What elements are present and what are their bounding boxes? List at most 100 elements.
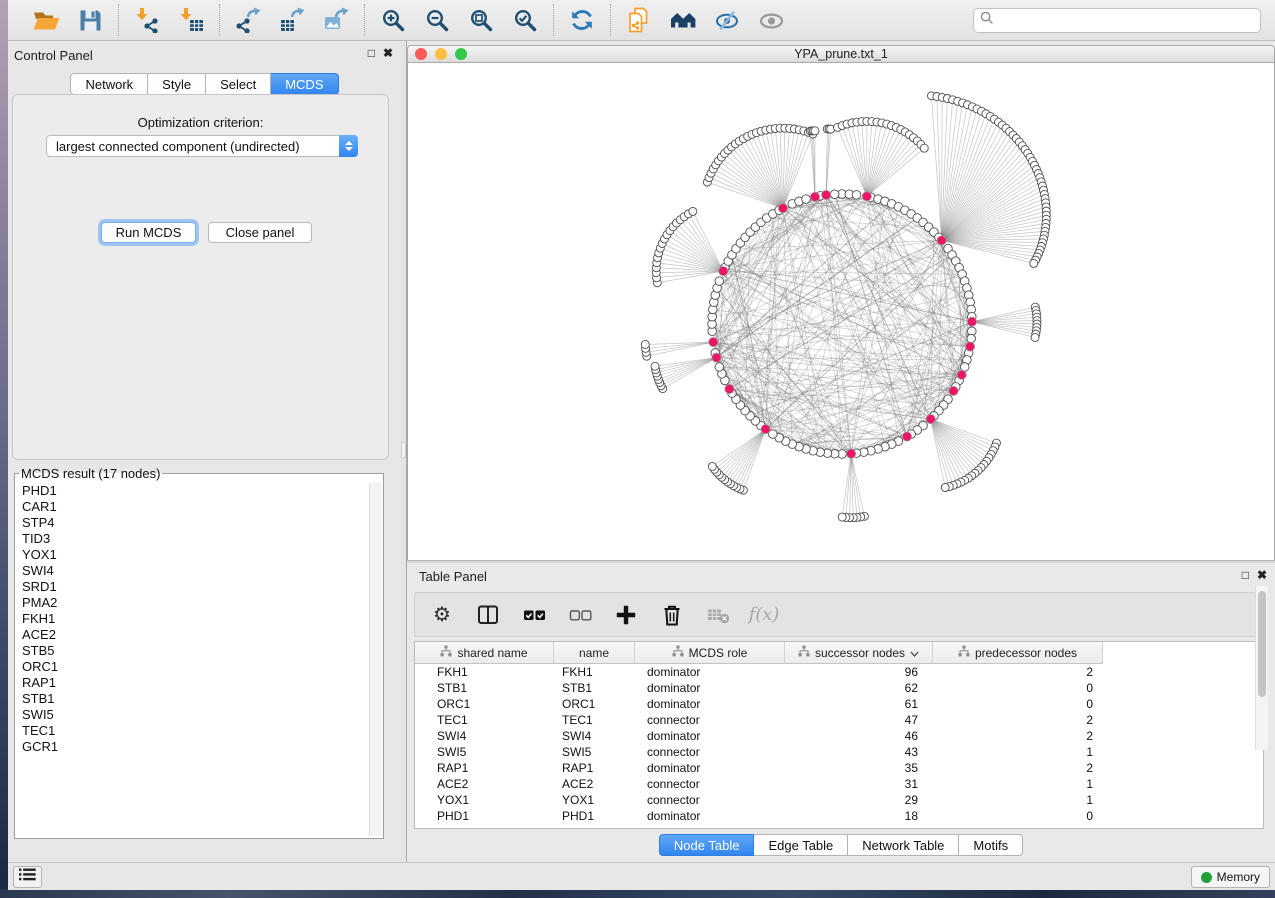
export-table-icon[interactable] xyxy=(276,5,308,35)
close-panel-icon[interactable]: ✖ xyxy=(383,46,393,60)
network-node[interactable] xyxy=(852,191,861,200)
network-window-titlebar[interactable]: YPA_prune.txt_1 xyxy=(407,45,1275,63)
zoom-fit-icon[interactable] xyxy=(465,5,497,35)
deselect-all-icon[interactable] xyxy=(567,602,593,628)
task-history-button[interactable] xyxy=(13,866,42,888)
dominator-node[interactable] xyxy=(902,432,911,441)
export-network-icon[interactable] xyxy=(232,5,264,35)
mcds-result-item[interactable]: SWI4 xyxy=(16,563,370,579)
save-session-icon[interactable] xyxy=(74,5,106,35)
split-view-icon[interactable] xyxy=(475,602,501,628)
network-node[interactable] xyxy=(689,207,697,215)
dominator-node[interactable] xyxy=(965,342,974,351)
mcds-result-item[interactable]: CAR1 xyxy=(16,499,370,515)
column-header-predecessor-nodes[interactable]: predecessor nodes xyxy=(933,642,1103,664)
tab-mcds[interactable]: MCDS xyxy=(271,73,338,95)
network-node[interactable] xyxy=(651,362,659,370)
table-tab-node-table[interactable]: Node Table xyxy=(659,834,755,856)
mcds-result-item[interactable]: TID3 xyxy=(16,531,370,547)
table-row-ORC1[interactable]: ORC1ORC1dominator610 xyxy=(415,696,1263,712)
column-header-name[interactable]: name xyxy=(554,642,635,664)
dominator-node[interactable] xyxy=(862,192,871,201)
dominator-node[interactable] xyxy=(712,353,721,362)
dominator-node[interactable] xyxy=(949,386,958,395)
tab-network[interactable]: Network xyxy=(70,73,148,95)
mcds-result-item[interactable]: SRD1 xyxy=(16,579,370,595)
mcds-result-item[interactable]: STB1 xyxy=(16,691,370,707)
dominator-node[interactable] xyxy=(778,204,787,213)
network-node[interactable] xyxy=(708,462,716,470)
float-panel-icon[interactable]: □ xyxy=(368,46,375,60)
add-column-icon[interactable] xyxy=(613,602,639,628)
dominator-node[interactable] xyxy=(846,449,855,458)
table-row-RAP1[interactable]: RAP1RAP1dominator352 xyxy=(415,760,1263,776)
table-scrollbar-thumb[interactable] xyxy=(1258,591,1266,697)
mcds-result-item[interactable]: YOX1 xyxy=(16,547,370,563)
mcds-result-item[interactable]: RAP1 xyxy=(16,675,370,691)
mcds-result-item[interactable]: STB5 xyxy=(16,643,370,659)
zoom-out-icon[interactable] xyxy=(421,5,453,35)
dominator-node[interactable] xyxy=(967,317,976,326)
close-panel-button[interactable]: Close panel xyxy=(208,222,312,243)
zoom-selected-icon[interactable] xyxy=(509,5,541,35)
refresh-icon[interactable] xyxy=(566,5,598,35)
mcds-result-item[interactable]: TEC1 xyxy=(16,723,370,739)
dominator-node[interactable] xyxy=(926,414,935,423)
float-table-panel-icon[interactable]: □ xyxy=(1242,568,1249,582)
network-node[interactable] xyxy=(641,340,649,348)
table-tab-edge-table[interactable]: Edge Table xyxy=(754,834,848,856)
hide-selected-icon[interactable] xyxy=(711,5,743,35)
criterion-dropdown[interactable]: largest connected component (undirected) xyxy=(46,135,358,157)
column-header-successor-nodes[interactable]: successor nodes xyxy=(785,642,933,664)
mcds-result-item[interactable]: ORC1 xyxy=(16,659,370,675)
network-node[interactable] xyxy=(802,195,811,204)
table-row-FKH1[interactable]: FKH1FKH1dominator962 xyxy=(415,664,1263,680)
run-mcds-button[interactable]: Run MCDS xyxy=(101,222,196,243)
table-row-PHD1[interactable]: PHD1PHD1dominator180 xyxy=(415,808,1263,824)
select-all-icon[interactable] xyxy=(521,602,547,628)
table-row-STB1[interactable]: STB1STB1dominator620 xyxy=(415,680,1263,696)
dominator-node[interactable] xyxy=(810,192,819,201)
network-node[interactable] xyxy=(920,144,928,152)
network-node[interactable] xyxy=(838,513,846,521)
tab-select[interactable]: Select xyxy=(206,73,271,95)
search-input[interactable] xyxy=(998,13,1254,27)
dominator-node[interactable] xyxy=(709,337,718,346)
clone-network-icon[interactable] xyxy=(623,5,655,35)
network-node[interactable] xyxy=(811,127,819,135)
network-node[interactable] xyxy=(715,277,724,286)
search-box[interactable] xyxy=(973,8,1261,33)
mcds-result-item[interactable]: FKH1 xyxy=(16,611,370,627)
mcds-result-item[interactable]: PHD1 xyxy=(16,483,370,499)
table-tab-network-table[interactable]: Network Table xyxy=(848,834,959,856)
table-row-TEC1[interactable]: TEC1TEC1connector472 xyxy=(415,712,1263,728)
import-network-icon[interactable] xyxy=(131,5,163,35)
column-header-shared-name[interactable]: shared name xyxy=(415,642,554,664)
table-row-YOX1[interactable]: YOX1YOX1connector291 xyxy=(415,792,1263,808)
dominator-node[interactable] xyxy=(719,267,728,276)
network-node[interactable] xyxy=(1031,333,1039,341)
table-tab-motifs[interactable]: Motifs xyxy=(959,834,1023,856)
group-nodes-icon[interactable] xyxy=(667,5,699,35)
import-table-icon[interactable] xyxy=(175,5,207,35)
close-table-panel-icon[interactable]: ✖ xyxy=(1257,568,1267,582)
table-scrollbar[interactable] xyxy=(1255,586,1268,750)
dominator-node[interactable] xyxy=(725,384,734,393)
mcds-result-item[interactable]: ACE2 xyxy=(16,627,370,643)
table-row-ACE2[interactable]: ACE2ACE2connector311 xyxy=(415,776,1263,792)
export-image-icon[interactable] xyxy=(320,5,352,35)
open-file-icon[interactable] xyxy=(30,5,62,35)
delete-column-icon[interactable] xyxy=(659,602,685,628)
mcds-result-item[interactable]: STP4 xyxy=(16,515,370,531)
mcds-result-item[interactable]: GCR1 xyxy=(16,739,370,755)
dominator-node[interactable] xyxy=(822,190,831,199)
zoom-in-icon[interactable] xyxy=(377,5,409,35)
column-header-MCDS-role[interactable]: MCDS role xyxy=(635,642,785,664)
network-node[interactable] xyxy=(941,484,949,492)
mcds-result-item[interactable]: PMA2 xyxy=(16,595,370,611)
network-node[interactable] xyxy=(967,334,976,343)
mcds-list-scrollbar[interactable] xyxy=(369,483,382,836)
table-row-SWI4[interactable]: SWI4SWI4dominator462 xyxy=(415,728,1263,744)
dominator-node[interactable] xyxy=(937,236,946,245)
splitter-grip[interactable] xyxy=(401,442,406,458)
